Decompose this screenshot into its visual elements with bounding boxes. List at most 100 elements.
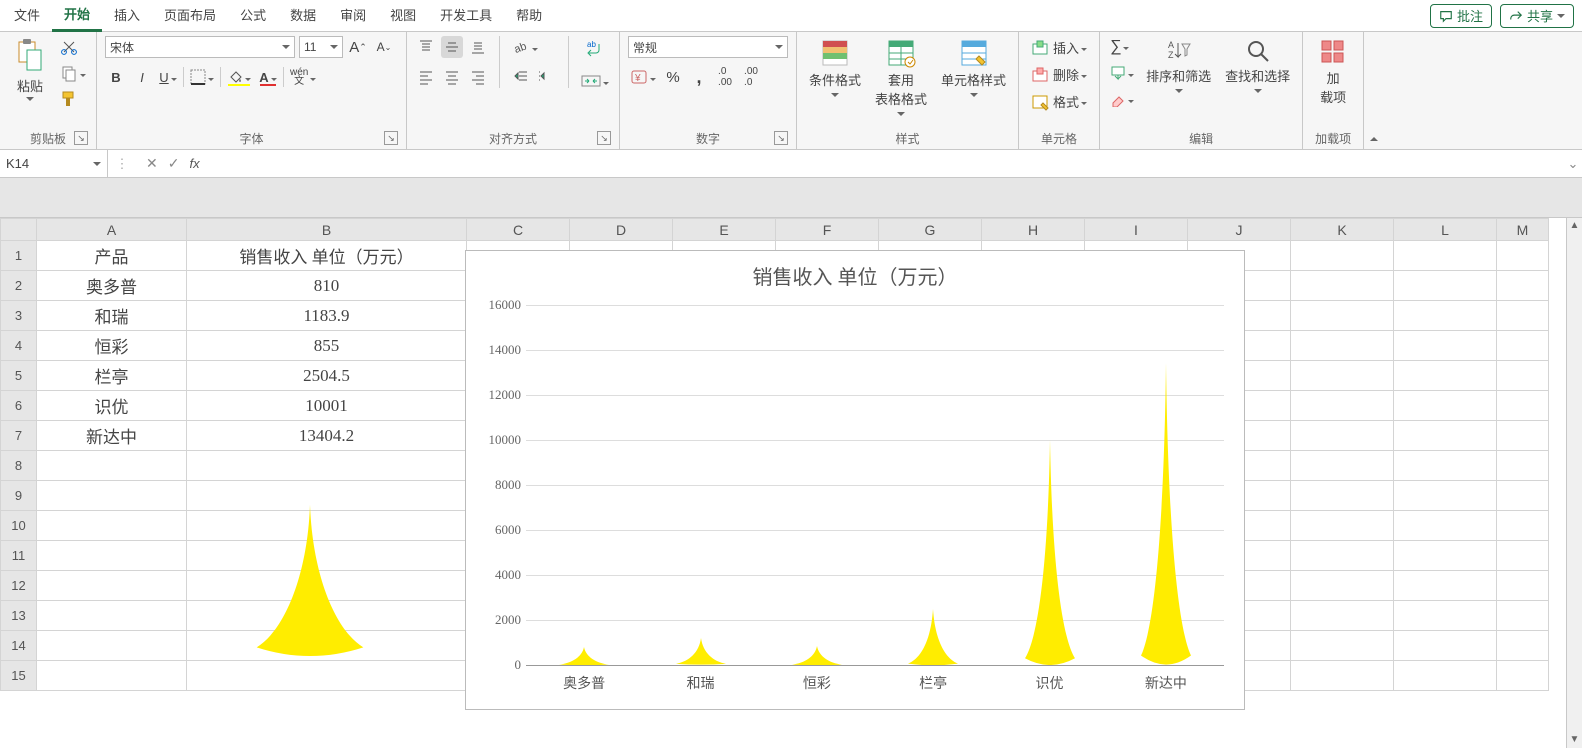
align-top-button[interactable] <box>415 36 437 58</box>
cell-L8[interactable] <box>1394 451 1497 481</box>
cell-K14[interactable] <box>1291 631 1394 661</box>
tab-开发工具[interactable]: 开发工具 <box>428 0 504 32</box>
number-format-combo[interactable]: 常规 <box>628 36 788 58</box>
cell-M5[interactable] <box>1497 361 1549 391</box>
tab-开始[interactable]: 开始 <box>52 0 102 32</box>
cell-K5[interactable] <box>1291 361 1394 391</box>
cell-B7[interactable]: 13404.2 <box>187 421 467 451</box>
row-header-13[interactable]: 13 <box>1 601 37 631</box>
tab-页面布局[interactable]: 页面布局 <box>152 0 228 32</box>
cell-K7[interactable] <box>1291 421 1394 451</box>
cell-styles-button[interactable]: 单元格样式 <box>937 36 1010 101</box>
col-header-L[interactable]: L <box>1394 219 1497 241</box>
comma-format-button[interactable]: , <box>688 66 710 88</box>
cell-M3[interactable] <box>1497 301 1549 331</box>
delete-cells-button[interactable]: 删除 <box>1027 63 1091 86</box>
cell-M7[interactable] <box>1497 421 1549 451</box>
cell-M15[interactable] <box>1497 661 1549 691</box>
cell-L6[interactable] <box>1394 391 1497 421</box>
col-header-A[interactable]: A <box>37 219 187 241</box>
addins-button[interactable]: 加 载项 <box>1311 36 1355 108</box>
decrease-decimal-button[interactable]: .00.0 <box>740 66 762 88</box>
cell-L14[interactable] <box>1394 631 1497 661</box>
cell-L1[interactable] <box>1394 241 1497 271</box>
row-header-15[interactable]: 15 <box>1 661 37 691</box>
tab-帮助[interactable]: 帮助 <box>504 0 554 32</box>
font-dialog-launcher[interactable]: ↘ <box>384 131 398 145</box>
tab-文件[interactable]: 文件 <box>2 0 52 32</box>
cell-L2[interactable] <box>1394 271 1497 301</box>
row-header-8[interactable]: 8 <box>1 451 37 481</box>
align-bottom-button[interactable] <box>467 36 489 58</box>
conditional-format-button[interactable]: 条件格式 <box>805 36 865 101</box>
cell-B3[interactable]: 1183.9 <box>187 301 467 331</box>
cell-M9[interactable] <box>1497 481 1549 511</box>
accounting-format-button[interactable]: ¥ <box>628 66 658 88</box>
cell-L15[interactable] <box>1394 661 1497 691</box>
cell-A11[interactable] <box>37 541 187 571</box>
cell-B4[interactable]: 855 <box>187 331 467 361</box>
cell-L13[interactable] <box>1394 601 1497 631</box>
enter-formula-button[interactable]: ✓ <box>168 155 180 172</box>
cell-K8[interactable] <box>1291 451 1394 481</box>
cell-L3[interactable] <box>1394 301 1497 331</box>
col-header-I[interactable]: I <box>1085 219 1188 241</box>
cell-K1[interactable] <box>1291 241 1394 271</box>
increase-font-button[interactable]: A⌃ <box>347 36 369 58</box>
row-header-1[interactable]: 1 <box>1 241 37 271</box>
cone-shape[interactable] <box>240 498 380 658</box>
cell-M8[interactable] <box>1497 451 1549 481</box>
row-header-6[interactable]: 6 <box>1 391 37 421</box>
tab-审阅[interactable]: 审阅 <box>328 0 378 32</box>
col-header-C[interactable]: C <box>467 219 570 241</box>
align-right-button[interactable] <box>467 66 489 88</box>
scroll-down-button[interactable]: ▼ <box>1567 732 1582 748</box>
share-button[interactable]: 共享 <box>1500 4 1574 28</box>
row-header-2[interactable]: 2 <box>1 271 37 301</box>
decrease-font-button[interactable]: A⌄ <box>373 36 395 58</box>
cell-L4[interactable] <box>1394 331 1497 361</box>
cell-B8[interactable] <box>187 451 467 481</box>
vertical-scrollbar[interactable]: ▲ ▼ <box>1566 218 1582 748</box>
col-header-M[interactable]: M <box>1497 219 1549 241</box>
comments-button[interactable]: 批注 <box>1430 4 1492 28</box>
cell-A10[interactable] <box>37 511 187 541</box>
embedded-chart[interactable]: 销售收入 单位（万元） 0200040006000800010000120001… <box>465 250 1245 710</box>
cut-button[interactable] <box>58 36 80 58</box>
font-name-combo[interactable]: 宋体 <box>105 36 295 58</box>
fill-button[interactable] <box>1108 62 1136 84</box>
col-header-F[interactable]: F <box>776 219 879 241</box>
cell-A8[interactable] <box>37 451 187 481</box>
font-color-button[interactable]: A <box>257 66 279 88</box>
cell-K15[interactable] <box>1291 661 1394 691</box>
cell-K2[interactable] <box>1291 271 1394 301</box>
sort-filter-button[interactable]: AZ排序和筛选 <box>1142 36 1215 97</box>
cell-A7[interactable]: 新达中 <box>37 421 187 451</box>
cell-M4[interactable] <box>1497 331 1549 361</box>
cancel-formula-button[interactable]: ✕ <box>146 155 158 172</box>
cell-B6[interactable]: 10001 <box>187 391 467 421</box>
collapse-ribbon-button[interactable] <box>1363 32 1383 149</box>
cell-K10[interactable] <box>1291 511 1394 541</box>
col-header-J[interactable]: J <box>1188 219 1291 241</box>
cell-A4[interactable]: 恒彩 <box>37 331 187 361</box>
col-header-H[interactable]: H <box>982 219 1085 241</box>
cell-A6[interactable]: 识优 <box>37 391 187 421</box>
cell-A1[interactable]: 产品 <box>37 241 187 271</box>
cell-M1[interactable] <box>1497 241 1549 271</box>
autosum-button[interactable]: ∑ <box>1108 36 1131 58</box>
cell-L11[interactable] <box>1394 541 1497 571</box>
cell-M13[interactable] <box>1497 601 1549 631</box>
number-dialog-launcher[interactable]: ↘ <box>774 131 788 145</box>
wrap-text-button[interactable]: ab <box>579 36 609 62</box>
cell-K6[interactable] <box>1291 391 1394 421</box>
cell-K3[interactable] <box>1291 301 1394 331</box>
expand-formula-bar-button[interactable]: ⌄ <box>1564 156 1582 172</box>
scroll-up-button[interactable]: ▲ <box>1567 218 1582 234</box>
paste-button[interactable]: 粘贴 <box>8 36 52 105</box>
cell-M10[interactable] <box>1497 511 1549 541</box>
format-painter-button[interactable] <box>58 88 80 110</box>
cell-A5[interactable]: 栏亭 <box>37 361 187 391</box>
find-select-button[interactable]: 查找和选择 <box>1221 36 1294 97</box>
cell-L9[interactable] <box>1394 481 1497 511</box>
